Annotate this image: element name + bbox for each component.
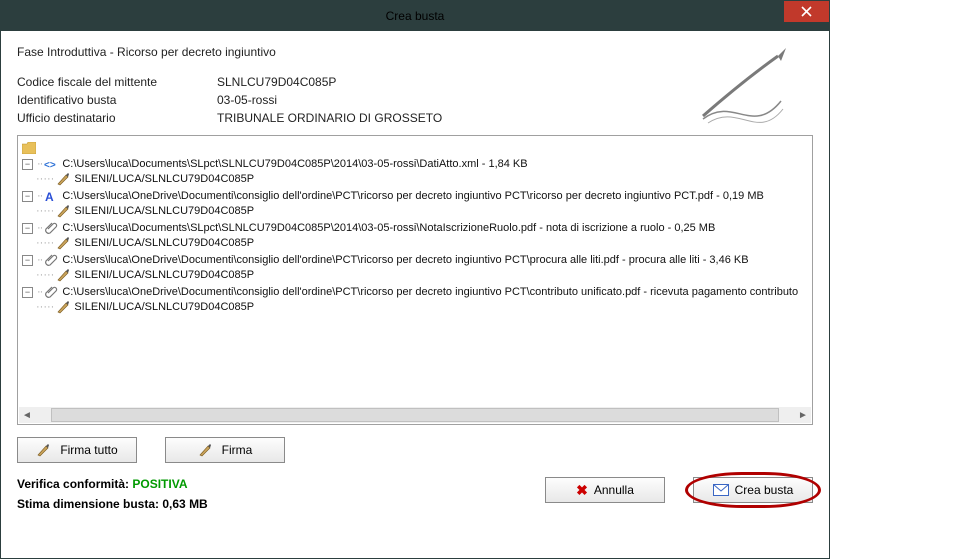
tree-connector: ··: [37, 286, 42, 298]
pen-icon: [56, 204, 70, 218]
footer-row: Verifica conformità: POSITIVA Stima dime…: [17, 477, 813, 511]
create-label: Crea busta: [735, 483, 794, 497]
tree-signer[interactable]: ····· SILENI/LUCA/SLNLCU79D04C085P: [20, 204, 810, 220]
office-value: TRIBUNALE ORDINARIO DI GROSSETO: [217, 111, 442, 125]
file-path: C:\Users\luca\OneDrive\Documenti\consigl…: [62, 254, 748, 266]
sign-button-row: Firma tutto Firma: [17, 437, 813, 463]
pen-icon: [198, 443, 212, 457]
tree-item[interactable]: −··A C:\Users\luca\OneDrive\Documenti\con…: [20, 188, 810, 204]
scroll-thumb[interactable]: [51, 408, 779, 422]
file-tree-panel[interactable]: −··<>C:\Users\luca\Documents\SLpct\SLNLC…: [17, 135, 813, 425]
svg-text:A: A: [45, 190, 54, 202]
tree-item[interactable]: −·· C:\Users\luca\OneDrive\Documenti\cons…: [20, 252, 810, 268]
file-path: C:\Users\luca\Documents\SLpct\SLNLCU79D0…: [62, 158, 527, 170]
tree-connector: ·····: [36, 269, 54, 281]
pen-icon: [56, 268, 70, 282]
pen-icon: [56, 172, 70, 186]
cf-value: SLNLCU79D04C085P: [217, 75, 336, 89]
svg-text:<>: <>: [44, 160, 56, 170]
file-type-icon: [44, 253, 58, 267]
size-value: 0,63 MB: [162, 497, 207, 511]
tree-signer[interactable]: ····· SILENI/LUCA/SLNLCU79D04C085P: [20, 172, 810, 188]
size-line: Stima dimensione busta: 0,63 MB: [17, 497, 208, 511]
tree-signer[interactable]: ····· SILENI/LUCA/SLNLCU79D04C085P: [20, 300, 810, 316]
signer-name: SILENI/LUCA/SLNLCU79D04C085P: [74, 269, 254, 281]
id-value: 03-05-rossi: [217, 93, 277, 107]
cancel-button[interactable]: ✖ Annulla: [545, 477, 665, 503]
signer-name: SILENI/LUCA/SLNLCU79D04C085P: [74, 173, 254, 185]
tree-root[interactable]: [20, 140, 810, 156]
verify-label: Verifica conformità:: [17, 477, 129, 491]
verify-line: Verifica conformità: POSITIVA: [17, 477, 208, 491]
header-area: Fase Introduttiva - Ricorso per decreto …: [17, 45, 813, 125]
horizontal-scrollbar[interactable]: ◄ ►: [19, 407, 811, 423]
verify-block: Verifica conformità: POSITIVA Stima dime…: [17, 477, 208, 511]
file-type-icon: A: [44, 189, 58, 203]
file-type-icon: [44, 285, 58, 299]
tree-signer[interactable]: ····· SILENI/LUCA/SLNLCU79D04C085P: [20, 236, 810, 252]
envelope-icon: [713, 484, 729, 496]
id-label: Identificativo busta: [17, 93, 217, 107]
file-type-icon: [44, 221, 58, 235]
pen-icon: [56, 236, 70, 250]
tree-item[interactable]: −·· C:\Users\luca\Documents\SLpct\SLNLCU7…: [20, 220, 810, 236]
create-button-highlight: Crea busta: [693, 477, 813, 503]
tree-signer[interactable]: ····· SILENI/LUCA/SLNLCU79D04C085P: [20, 268, 810, 284]
file-path: C:\Users\luca\OneDrive\Documenti\consigl…: [62, 190, 764, 202]
tree-connector: ··: [37, 254, 42, 266]
tree-connector: ·····: [36, 301, 54, 313]
verify-result: POSITIVA: [132, 477, 187, 491]
close-button[interactable]: [784, 1, 829, 22]
file-type-icon: <>: [44, 157, 58, 171]
file-path: C:\Users\luca\Documents\SLpct\SLNLCU79D0…: [62, 222, 715, 234]
dialog-content: Fase Introduttiva - Ricorso per decreto …: [1, 31, 829, 558]
signer-name: SILENI/LUCA/SLNLCU79D04C085P: [74, 205, 254, 217]
sign-button[interactable]: Firma: [165, 437, 285, 463]
scroll-right-arrow-icon[interactable]: ►: [795, 407, 811, 423]
pen-icon: [36, 443, 50, 457]
tree-item[interactable]: −·· C:\Users\luca\OneDrive\Documenti\cons…: [20, 284, 810, 300]
collapse-icon[interactable]: −: [22, 287, 33, 298]
sign-label: Firma: [222, 443, 253, 457]
footer-buttons: ✖ Annulla Crea busta: [545, 477, 813, 503]
tree-connector: ·····: [36, 205, 54, 217]
size-label: Stima dimensione busta:: [17, 497, 159, 511]
tree-connector: ·····: [36, 237, 54, 249]
scroll-left-arrow-icon[interactable]: ◄: [19, 407, 35, 423]
pen-icon: [56, 300, 70, 314]
title-bar: Crea busta: [1, 1, 829, 31]
tree-connector: ··: [37, 190, 42, 202]
cf-label: Codice fiscale del mittente: [17, 75, 217, 89]
tree-item[interactable]: −··<> C:\Users\luca\Documents\SLpct\SLNLC…: [20, 156, 810, 172]
office-label: Ufficio destinatario: [17, 111, 217, 125]
tree-connector: ··: [37, 222, 42, 234]
folder-icon: [22, 141, 36, 155]
window-title: Crea busta: [386, 9, 445, 23]
tree-connector: ·····: [36, 173, 54, 185]
create-envelope-button[interactable]: Crea busta: [693, 477, 813, 503]
signer-name: SILENI/LUCA/SLNLCU79D04C085P: [74, 301, 254, 313]
tree-connector: ··: [37, 158, 42, 170]
sign-all-button[interactable]: Firma tutto: [17, 437, 137, 463]
collapse-icon[interactable]: −: [22, 159, 33, 170]
file-path: C:\Users\luca\OneDrive\Documenti\consigl…: [62, 286, 798, 298]
pen-decoration-icon: [683, 41, 803, 131]
signer-name: SILENI/LUCA/SLNLCU79D04C085P: [74, 237, 254, 249]
cancel-label: Annulla: [594, 483, 634, 497]
collapse-icon[interactable]: −: [22, 223, 33, 234]
dialog-window: Crea busta Fase Introduttiva - Ricorso p…: [0, 0, 830, 559]
sign-all-label: Firma tutto: [60, 443, 117, 457]
collapse-icon[interactable]: −: [22, 191, 33, 202]
cancel-x-icon: ✖: [576, 482, 588, 499]
collapse-icon[interactable]: −: [22, 255, 33, 266]
